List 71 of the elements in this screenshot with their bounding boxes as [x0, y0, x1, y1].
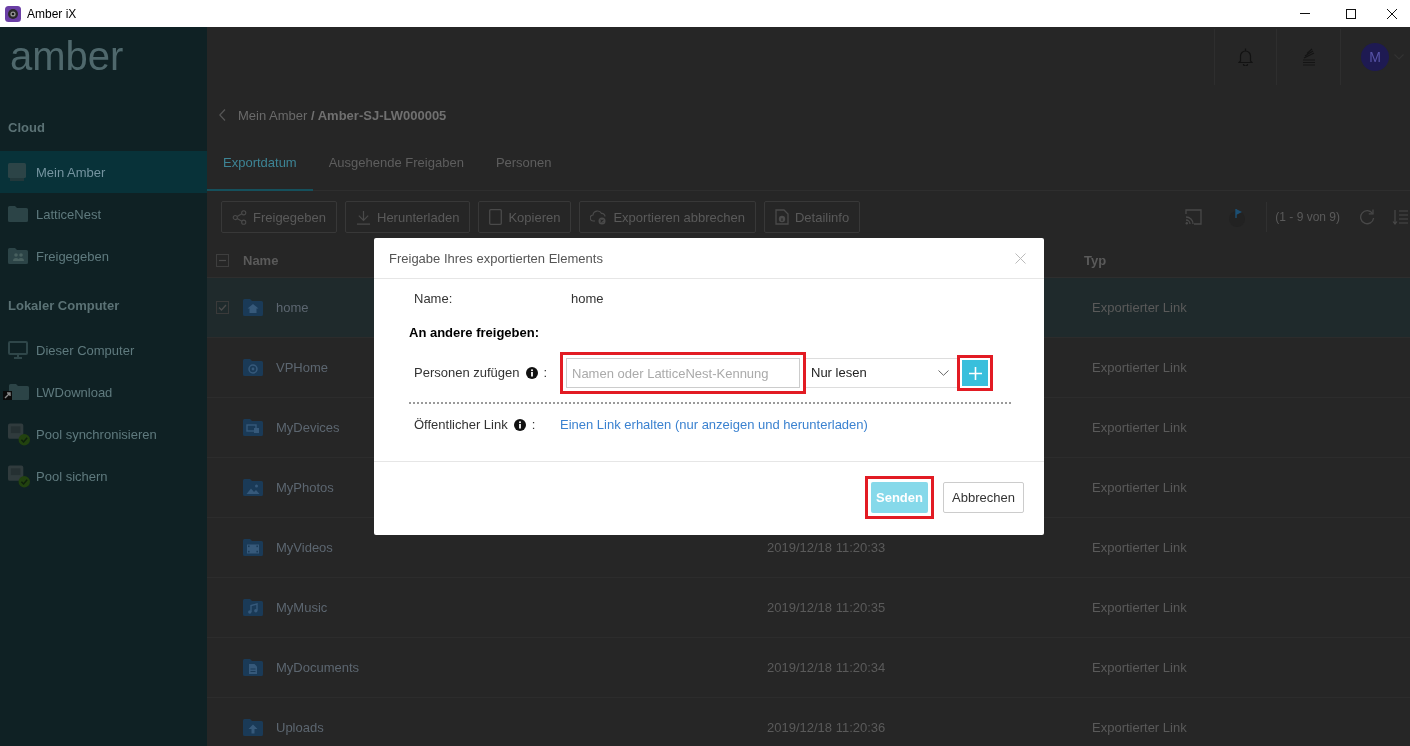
sidebar-item[interactable]: LatticeNest [0, 193, 207, 235]
file-name: MyMusic [276, 600, 328, 615]
back-icon[interactable] [219, 109, 226, 121]
document-info-icon [774, 209, 789, 225]
at-folder-icon [243, 359, 263, 376]
info-icon[interactable] [513, 419, 526, 431]
tab[interactable]: Exportdatum [207, 135, 313, 191]
file-name: MyVideos [276, 540, 333, 555]
sidebar-item[interactable]: Freigegeben [0, 235, 207, 277]
field-label: Personen zufügen [414, 364, 520, 382]
sidebar-item[interactable]: Mein Amber [0, 151, 207, 193]
input-field[interactable]: Namen oder LatticeNest-Kennung [566, 358, 800, 388]
maximize-icon[interactable] [1346, 8, 1356, 19]
home-folder-icon [243, 299, 263, 316]
select-all-checkbox[interactable] [216, 253, 229, 267]
file-name: Uploads [276, 720, 324, 735]
drive-check-icon [8, 464, 30, 488]
monitor-icon [8, 341, 28, 359]
sidebar-item[interactable]: Pool sichern [0, 455, 207, 497]
document-folder-icon [243, 659, 263, 676]
chevron-down-icon [938, 370, 949, 376]
logo: amber [9, 33, 125, 80]
minimize-icon[interactable] [1300, 13, 1310, 14]
type-cell-text: Exportierter Link [1091, 300, 1187, 315]
shared-folder-icon [8, 248, 28, 264]
sidebar-item[interactable]: Dieser Computer [0, 329, 207, 371]
upload-folder-icon [243, 719, 263, 736]
cast-icon[interactable] [1185, 209, 1203, 225]
film-folder-icon [243, 539, 263, 556]
share-link[interactable]: Einen Link erhalten (nur anzeigen und herunterladen) [560, 415, 1011, 435]
file-name: MyPhotos [276, 480, 334, 495]
breadcrumb[interactable]: Mein Amber / Amber-SJ-LW000005 [238, 107, 447, 123]
field-label: Öffentlicher Link [414, 416, 508, 434]
file-name: home [276, 300, 309, 315]
name-value: home [570, 290, 605, 308]
dialog-title: Freigabe Ihres exportierten Elements [389, 250, 603, 266]
folder-icon [8, 206, 28, 222]
cancel-button[interactable]: Abbrechen [943, 482, 1024, 513]
image-folder-icon [243, 479, 263, 496]
info-icon[interactable] [525, 367, 538, 379]
window-title: Amber iX [27, 6, 77, 21]
section-title: An andere freigeben: [409, 324, 541, 342]
file-name: VPHome [276, 360, 329, 375]
devices-folder-icon [243, 419, 263, 436]
row-checkbox[interactable] [216, 301, 229, 314]
app-icon [5, 5, 21, 22]
field-label: Name: [414, 290, 454, 308]
copy-icon [489, 209, 503, 225]
label-colon: : [531, 416, 536, 434]
label-colon: : [543, 364, 548, 382]
device-icon [8, 163, 26, 181]
shortcut-folder-icon [3, 384, 29, 400]
sort-list-icon[interactable] [1392, 209, 1408, 225]
section-heading: Cloud [7, 119, 46, 137]
share-icon [232, 209, 247, 225]
avatar[interactable]: M [1361, 43, 1389, 71]
file-name: MyDevices [276, 420, 340, 435]
tab[interactable]: Personen [479, 135, 568, 191]
refresh-icon[interactable] [1359, 209, 1375, 225]
sidebar-item[interactable]: Pool synchronisieren [0, 413, 207, 455]
plus-icon [968, 366, 982, 380]
download-icon [356, 209, 371, 225]
drive-check-icon [8, 422, 30, 446]
close-icon[interactable] [1387, 8, 1397, 19]
cloud-cancel-icon [590, 209, 608, 225]
sidebar-item[interactable]: LWDownload [0, 371, 207, 413]
music-folder-icon [243, 599, 263, 616]
permission-select[interactable]: Nur lesen [806, 358, 958, 388]
section-heading: Lokaler Computer [7, 297, 121, 315]
file-name: MyDocuments [276, 660, 360, 675]
tab[interactable]: Ausgehende Freigaben [312, 135, 480, 191]
